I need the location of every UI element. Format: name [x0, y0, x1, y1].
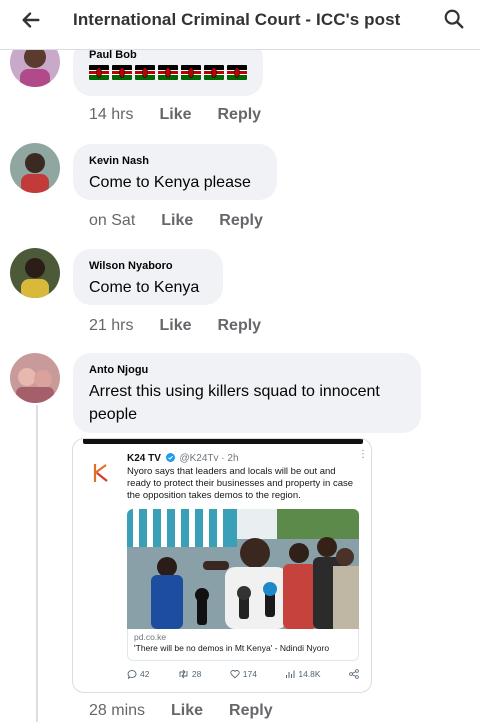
- top-bar: International Criminal Court - ICC's pos…: [0, 0, 480, 50]
- link-domain: pd.co.ke: [134, 632, 167, 642]
- link-card: pd.co.ke 'There will be no demos in Mt K…: [127, 629, 359, 661]
- tweet-text: Nyoro says that leaders and locals will …: [127, 466, 354, 501]
- comment-author[interactable]: Kevin Nash: [89, 154, 261, 168]
- comment-meta: 21 hrs Like Reply: [89, 317, 261, 335]
- arrow-left-icon[interactable]: [20, 9, 42, 31]
- tweet-header: K24 TV @K24Tv · 2h: [127, 453, 239, 464]
- comment-time: 21 hrs: [89, 317, 134, 334]
- avatar[interactable]: [10, 143, 60, 193]
- comment-text: Come to Kenya: [89, 279, 200, 296]
- attached-image[interactable]: K24 TV @K24Tv · 2h ⋮ Nyoro says that lea…: [72, 438, 372, 693]
- like-button[interactable]: Like: [159, 317, 191, 335]
- kenya-flag-icon: [158, 65, 178, 80]
- kenya-flag-icon: [112, 65, 132, 80]
- tweet-replies: 42: [127, 669, 149, 679]
- kenya-flags: [89, 65, 247, 80]
- tweet-author: K24 TV: [127, 453, 161, 464]
- like-button[interactable]: Like: [171, 702, 203, 720]
- kenya-flag-icon: [89, 65, 109, 80]
- comment-author[interactable]: Paul Bob: [89, 48, 247, 62]
- comment-time: on Sat: [89, 212, 136, 229]
- tweet-actions: 42 28 174 14.8K: [127, 669, 359, 679]
- reply-button[interactable]: Reply: [219, 212, 263, 230]
- comment-meta: 28 mins Like Reply: [89, 702, 273, 720]
- share-icon: [349, 669, 359, 679]
- k24-logo-icon: [93, 464, 108, 482]
- kenya-flag-icon: [181, 65, 201, 80]
- likes-count: 174: [242, 669, 257, 679]
- page-title: International Criminal Court - ICC's pos…: [73, 10, 401, 29]
- replies-count: 42: [140, 669, 150, 679]
- reply-icon: [127, 670, 137, 679]
- avatar[interactable]: [10, 353, 60, 403]
- reply-button[interactable]: Reply: [217, 317, 261, 335]
- tweet-views: 14.8K: [285, 669, 321, 679]
- kenya-flag-icon: [135, 65, 155, 80]
- tweet-photo: [127, 509, 359, 629]
- views-count: 14.8K: [298, 669, 321, 679]
- avatar[interactable]: [10, 248, 60, 298]
- comment-bubble: Wilson Nyaboro Come to Kenya: [73, 249, 223, 305]
- verified-badge-icon: [165, 453, 175, 462]
- views-icon: [286, 670, 295, 678]
- comment-author[interactable]: Anto Njogu: [89, 363, 405, 377]
- comment-meta: 14 hrs Like Reply: [89, 106, 261, 124]
- image-top-bar: [83, 439, 363, 444]
- comment-bubble: Anto Njogu Arrest this using killers squ…: [73, 353, 421, 433]
- comment-time: 28 mins: [89, 702, 146, 719]
- retweets-count: 28: [191, 669, 202, 679]
- kenya-flag-icon: [204, 65, 224, 80]
- more-options-icon: ⋮: [358, 449, 368, 460]
- comment-text: Arrest this using killers squad to innoc…: [89, 383, 380, 423]
- tweet-likes: 174: [230, 669, 257, 679]
- heart-icon: [230, 670, 240, 679]
- reply-button[interactable]: Reply: [229, 702, 273, 720]
- kenya-flag-icon: [227, 65, 247, 80]
- like-button[interactable]: Like: [159, 106, 191, 124]
- comment-meta: on Sat Like Reply: [89, 212, 263, 230]
- tweet-handle: @K24Tv · 2h: [179, 453, 239, 464]
- link-headline: 'There will be no demos in Mt Kenya' - N…: [134, 643, 330, 653]
- comment-time: 14 hrs: [89, 106, 134, 123]
- search-icon[interactable]: [443, 8, 465, 30]
- tweet-share: [349, 669, 359, 679]
- like-button[interactable]: Like: [161, 212, 193, 230]
- comment-text: Come to Kenya please: [89, 174, 251, 191]
- comment-author[interactable]: Wilson Nyaboro: [89, 259, 207, 273]
- thread-line: [36, 405, 38, 722]
- comment-bubble: Kevin Nash Come to Kenya please: [73, 144, 277, 200]
- retweet-icon: [179, 669, 188, 679]
- tweet-retweets: 28: [178, 669, 201, 679]
- reply-button[interactable]: Reply: [217, 106, 261, 124]
